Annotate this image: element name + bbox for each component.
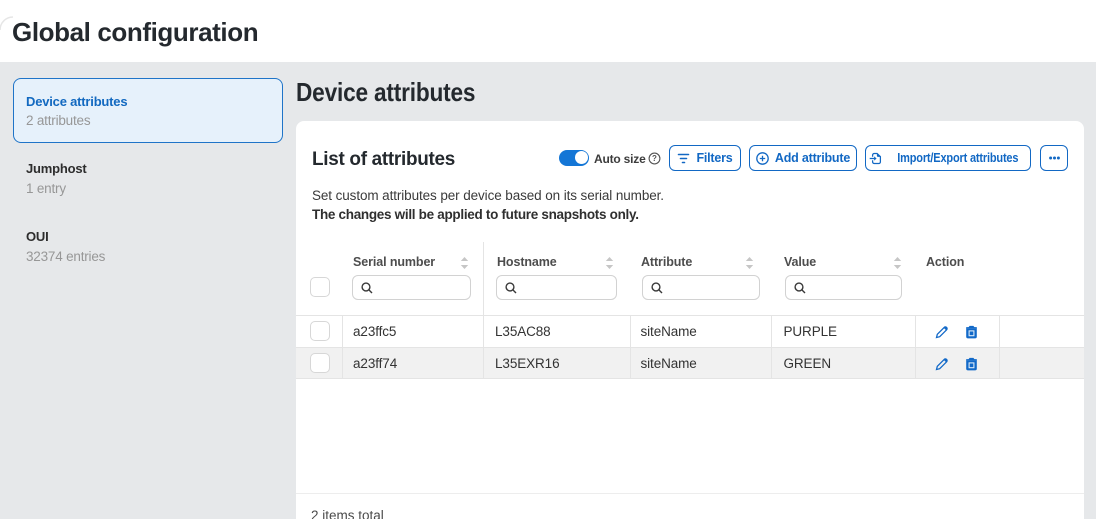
svg-text:?: ? bbox=[652, 154, 657, 163]
